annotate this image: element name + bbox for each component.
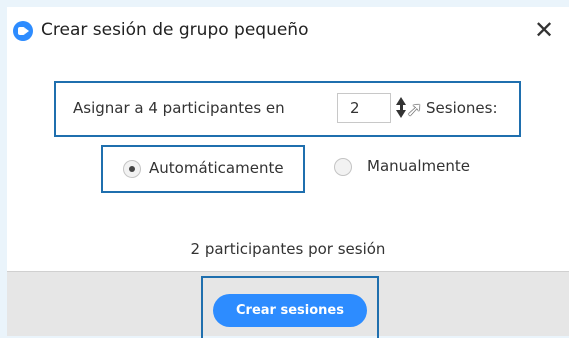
dialog-title: Crear sesión de grupo pequeño xyxy=(41,20,309,40)
close-icon[interactable]: ✕ xyxy=(531,17,557,43)
sessions-label: Sesiones: xyxy=(426,99,498,117)
zoom-camera-icon xyxy=(13,21,33,41)
radio-manual-label[interactable]: Manualmente xyxy=(367,157,470,175)
mouse-pointer-icon: ➚ xyxy=(406,97,423,121)
assign-label: Asignar a 4 participantes en xyxy=(73,99,285,117)
title-bar: Crear sesión de grupo pequeño ✕ xyxy=(7,7,569,55)
create-button-highlight: Crear sesiones xyxy=(201,276,379,338)
participants-per-session: 2 participantes por sesión xyxy=(190,240,386,258)
radio-automatic-label[interactable]: Automáticamente xyxy=(149,159,284,177)
sessions-stepper[interactable] xyxy=(337,93,415,123)
create-sessions-button[interactable]: Crear sesiones xyxy=(213,294,367,327)
assign-row: Asignar a 4 participantes en ➚ Sesiones: xyxy=(54,81,521,137)
breakout-dialog: Crear sesión de grupo pequeño ✕ Asignar … xyxy=(7,7,569,338)
radio-manual[interactable] xyxy=(334,158,352,176)
dialog-footer: Crear sesiones xyxy=(7,271,569,338)
radio-automatic[interactable] xyxy=(123,160,141,178)
arrow-down-icon[interactable] xyxy=(396,110,406,118)
auto-option-highlight: Automáticamente xyxy=(101,145,305,193)
sessions-count-input[interactable] xyxy=(337,93,391,123)
